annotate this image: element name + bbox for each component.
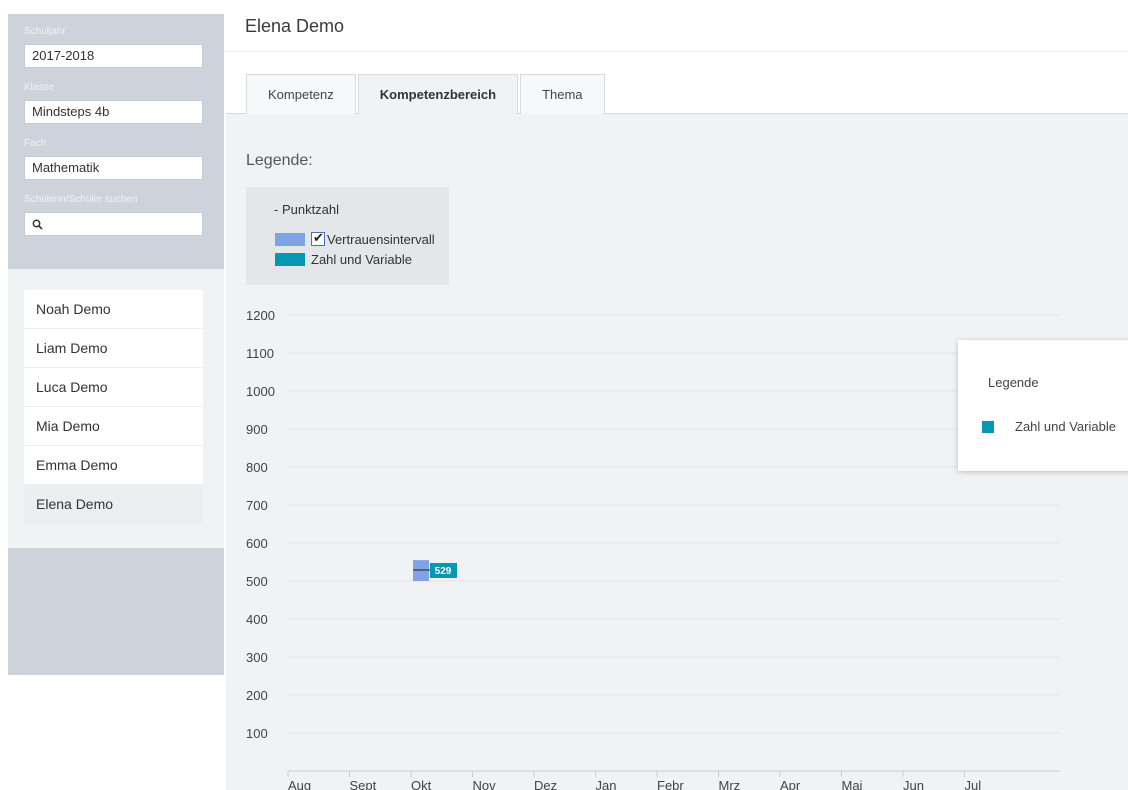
x-tick-label: Jan: [596, 778, 617, 790]
tab-thema[interactable]: Thema: [520, 74, 605, 114]
score-data-label: 529: [435, 566, 452, 577]
student-item-noah[interactable]: Noah Demo: [24, 290, 203, 329]
tab-bar: Kompetenz Kompetenzbereich Thema: [246, 74, 607, 114]
title-divider: [226, 51, 1128, 52]
tab-kompetenzbereich[interactable]: Kompetenzbereich: [357, 74, 519, 114]
y-tick-label: 1100: [246, 346, 274, 361]
chart-legend-item[interactable]: Zahl und Variable: [1015, 419, 1116, 434]
y-tick-label: 100: [246, 726, 268, 741]
page-title: Elena Demo: [245, 16, 345, 36]
x-tick-label: Apr: [780, 778, 801, 790]
y-tick-label: 500: [246, 574, 268, 589]
y-tick-label: 200: [246, 688, 268, 703]
checkmark-icon: ✔: [313, 230, 324, 245]
x-tick-label: Okt: [411, 778, 432, 790]
tab-kompetenz[interactable]: Kompetenz: [246, 74, 356, 114]
filter-school-year: Schuljahr 2017-2018: [24, 25, 203, 68]
y-tick-label: 900: [246, 422, 268, 437]
filter-label: Schuljahr: [24, 26, 66, 37]
search-label: Schülerin/Schüler suchen: [24, 194, 138, 205]
y-tick-label: 400: [246, 612, 268, 627]
confidence-checkbox[interactable]: ✔: [311, 230, 325, 246]
filter-label: Fach: [24, 138, 47, 149]
x-tick-label: Jul: [965, 778, 982, 790]
filter-subject: Fach Mathematik: [24, 137, 203, 180]
x-tick-label: Nov: [473, 778, 497, 790]
school-year-select[interactable]: 2017-2018: [24, 44, 203, 68]
chart-legend-swatch: [982, 421, 994, 433]
legend-heading: - Punktzahl: [274, 202, 340, 217]
y-tick-label: 1000: [246, 384, 275, 399]
series-swatch: [275, 252, 305, 266]
student-item-mia[interactable]: Mia Demo: [24, 407, 203, 446]
student-item-liam[interactable]: Liam Demo: [24, 329, 203, 368]
chart-legend-title: Legende: [988, 375, 1039, 390]
y-tick-label: 1200: [246, 308, 275, 323]
student-item-emma[interactable]: Emma Demo: [24, 446, 203, 485]
legend-row-series: Zahl und Variable: [275, 251, 412, 267]
class-select[interactable]: Mindsteps 4b: [24, 100, 203, 124]
confidence-interval-bar: [413, 560, 429, 581]
x-tick-label: Aug: [288, 778, 311, 790]
filter-label: Klasse: [24, 82, 55, 93]
legend-box: - Punktzahl ✔ Vertrauensintervall Zahl u…: [246, 187, 449, 285]
subject-select[interactable]: Mathematik: [24, 156, 203, 180]
student-list: Noah Demo Liam Demo Luca Demo Mia Demo E…: [24, 290, 203, 524]
series-label: Zahl und Variable: [311, 251, 412, 267]
sidebar-footer-panel: [8, 548, 224, 675]
y-tick-label: 700: [246, 498, 268, 513]
y-tick-label: 800: [246, 460, 268, 475]
legend-row-confidence: ✔ Vertrauensintervall: [275, 230, 435, 247]
search-icon: [32, 219, 43, 230]
student-search: Schülerin/Schüler suchen: [24, 193, 203, 236]
search-box[interactable]: [24, 212, 203, 236]
x-tick-label: Febr: [657, 778, 684, 790]
sidebar-filters: Schuljahr 2017-2018 Klasse Mindsteps 4b …: [8, 14, 224, 269]
x-tick-label: Sept: [350, 778, 377, 790]
x-tick-label: Mai: [842, 778, 863, 790]
confidence-swatch: [275, 232, 305, 246]
search-input[interactable]: [47, 215, 197, 233]
student-item-luca[interactable]: Luca Demo: [24, 368, 203, 407]
x-tick-label: Dez: [534, 778, 557, 790]
x-tick-label: Jun: [903, 778, 924, 790]
y-tick-label: 300: [246, 650, 268, 665]
chart-legend-panel: Legende Zahl und Variable: [958, 340, 1128, 471]
filter-class: Klasse Mindsteps 4b: [24, 81, 203, 124]
confidence-label: Vertrauensintervall: [327, 231, 435, 247]
page: Schuljahr 2017-2018 Klasse Mindsteps 4b …: [0, 0, 1128, 790]
y-tick-label: 600: [246, 536, 268, 551]
x-tick-label: Mrz: [719, 778, 741, 790]
legend-title: Legende:: [246, 152, 313, 169]
student-item-elena[interactable]: Elena Demo: [24, 485, 203, 524]
